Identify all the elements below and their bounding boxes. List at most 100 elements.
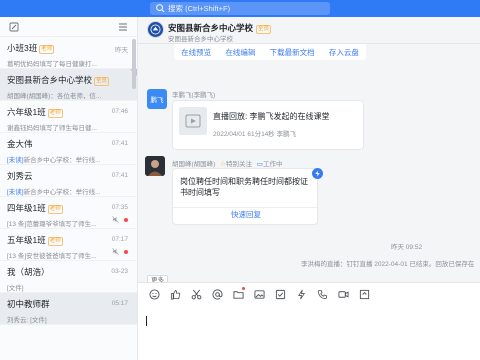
chat-subtitle: 安图县新合乡中心学校 (168, 36, 233, 43)
conversation-preview: [文件] (7, 285, 24, 292)
unread-marker: [未读] (7, 189, 24, 196)
conversation-item[interactable]: 六年级1班 老师 07:46 谢鑫钰妈妈填写了师生每日健... (0, 101, 137, 133)
conversation-item[interactable]: 小班3班 老师 昨天 葛明优妈妈填写了每日健康打... (0, 37, 137, 69)
message-text: 岗位聘任时间和职务聘任时间都按证书时间填写 (180, 177, 308, 197)
sender-avatar[interactable]: 鹏飞 (147, 89, 167, 109)
scissors-icon[interactable] (190, 288, 202, 300)
sender-name[interactable]: 李鹏飞(李鹏飞) (172, 89, 215, 99)
search-icon (156, 4, 165, 13)
role-tag: 全员 (94, 77, 110, 86)
conversation-preview: [未读]新合乡中心学校：举行线... (7, 154, 125, 164)
conversation-title: 五年级1班 (7, 235, 46, 245)
video-play-icon (185, 114, 201, 128)
sidebar-scrollbar[interactable] (132, 39, 136, 89)
conversation-name: 安图县新合乡中心学校 全员 (7, 74, 129, 86)
conversation-item[interactable]: 五年级1班 老师 07:17 [13 条]安世彼爸爸填写了师生... (0, 229, 137, 261)
conversation-item[interactable]: 金大伟 07:41 [未读]新合乡中心学校：举行线... (0, 133, 137, 165)
conversation-title: 小班3班 (7, 43, 38, 53)
file-actions-card: 在线预览 在线编辑 下载最新文档 存入云盘 (174, 44, 366, 60)
check-square-icon[interactable] (274, 288, 286, 300)
phone-icon[interactable] (316, 288, 328, 300)
search-placeholder: 搜索 (Ctrl+Shift+F) (168, 4, 231, 13)
sidebar-toolbar (0, 17, 137, 37)
thumbs-up-icon[interactable] (169, 288, 181, 300)
conversation-item[interactable]: 我（胡浩） 03-23 [文件] (0, 261, 137, 293)
menu-icon[interactable] (117, 21, 129, 33)
chat-title-text: 安图县新合乡中心学校 (168, 23, 254, 33)
conversation-preview: [未读]新合乡中心学校：举行线... (7, 186, 125, 196)
mute-icon (112, 248, 119, 255)
conversation-title: 四年级1班 (7, 203, 46, 213)
mute-icon (112, 216, 119, 223)
conversation-sidebar: 小班3班 老师 昨天 葛明优妈妈填写了每日健康打... 安图县新合乡中心学校 全员 … (0, 17, 138, 360)
download-latest-link[interactable]: 下载最新文档 (270, 47, 315, 58)
conversation-time: 07:41 (111, 140, 128, 147)
at-icon[interactable] (211, 288, 223, 300)
conversation-time: 05:17 (111, 300, 128, 307)
conversation-time: 昨天 (115, 47, 128, 54)
live-replay-card[interactable]: 直播回放: 李鹏飞发起的在线课堂 2022/04/01 61分14秒 李鹏飞 (172, 100, 364, 150)
live-thumbnail (179, 107, 207, 135)
top-bar: 搜索 (Ctrl+Shift+F) (0, 0, 480, 17)
emoji-icon[interactable] (148, 288, 160, 300)
message-composer[interactable] (138, 282, 480, 360)
time-separator: 昨天 09:52 (391, 244, 423, 251)
message-card: 岗位聘任时间和职务聘任时间都按证书时间填写 快速回复 (172, 168, 319, 225)
image-icon[interactable] (253, 288, 265, 300)
school-emblem-icon (150, 24, 161, 35)
conversation-item[interactable]: 刘秀云 07:41 [未读]新合乡中心学校：举行线... (0, 165, 137, 197)
system-notice: 李洪梅的直播：钉钉直播 2022-04-01 已结束。回放已保存在 (301, 261, 475, 268)
conversation-time: 07:17 (111, 236, 128, 243)
role-tag: 老师 (47, 205, 63, 214)
role-tag: 老师 (47, 109, 63, 118)
conversation-name: 五年级1班 老师 (7, 234, 129, 246)
new-dot (242, 287, 245, 290)
preview-online-link[interactable]: 在线预览 (181, 47, 211, 58)
chat-header: 安图县新合乡中心学校 全员 安图县新合乡中心学校 (138, 17, 480, 44)
role-tag: 老师 (39, 45, 55, 54)
conversation-item[interactable]: 初中教师群 05:17 刘秀云: [文件] (0, 293, 137, 325)
lightning-icon[interactable] (295, 288, 307, 300)
global-search-input[interactable]: 搜索 (Ctrl+Shift+F) (150, 2, 330, 15)
unread-dot (124, 218, 128, 222)
unread-dot (124, 250, 128, 254)
conversation-name: 四年级1班 老师 (7, 202, 129, 214)
conversation-name: 小班3班 老师 (7, 42, 129, 54)
conversation-name: 六年级1班 老师 (7, 106, 129, 118)
conversation-preview: [13 条]安世彼爸爸填写了师生... (7, 253, 97, 260)
conversation-title: 六年级1班 (7, 107, 46, 117)
conversation-time: 03-23 (111, 268, 128, 275)
quick-reply-button[interactable]: 快速回复 (173, 209, 319, 220)
save-to-cloud-link[interactable]: 存入云盘 (329, 47, 359, 58)
conversation-item[interactable]: 四年级1班 老师 07:35 [13 条]范蕾璐爷爷填写了师生... (0, 197, 137, 229)
person-photo-icon (145, 156, 165, 176)
conversation-item-active[interactable]: 安图县新合乡中心学校 全员 胡国峰(胡国峰)：各位老师，信... (0, 69, 137, 101)
conversation-preview: 谢鑫钰妈妈填写了师生每日健... (7, 125, 97, 132)
sender-avatar-photo[interactable] (145, 156, 165, 176)
group-avatar[interactable] (147, 21, 164, 38)
sender-name[interactable]: 胡国峰(胡国峰) (172, 161, 215, 168)
group-tag: 全员 (256, 25, 272, 34)
conversation-time: 07:46 (111, 108, 128, 115)
conversation-preview: 葛明优妈妈填写了每日健康打... (7, 61, 97, 68)
conversation-preview: [13 条]范蕾璐爷爷填写了师生... (7, 221, 97, 228)
compose-icon[interactable] (8, 21, 20, 33)
edit-online-link[interactable]: 在线编辑 (225, 47, 255, 58)
folder-icon[interactable] (232, 287, 245, 300)
preview-text: 新合乡中心学校：举行线... (23, 157, 101, 164)
expand-icon[interactable] (358, 288, 370, 300)
work-status-label: 工作中 (262, 161, 283, 168)
conversation-time: 07:41 (111, 172, 128, 179)
conversation-preview: 胡国峰(胡国峰)：各位老师，信... (7, 93, 102, 100)
unread-marker: [未读] (7, 157, 24, 164)
conversation-title: 刘秀云 (7, 171, 33, 181)
video-icon[interactable] (337, 288, 349, 300)
chat-panel: 安图县新合乡中心学校 全员 安图县新合乡中心学校 在线预览 在线编辑 下载最新文档… (138, 17, 480, 360)
live-title: 直播回放: 李鹏飞发起的在线课堂 (213, 112, 330, 121)
conversation-title: 金大伟 (7, 139, 33, 149)
text-cursor (146, 316, 147, 326)
card-divider (173, 207, 319, 208)
composer-toolbar (148, 287, 370, 300)
preview-text: 新合乡中心学校：举行线... (23, 189, 101, 196)
sender-line: 胡国峰(胡国峰) ☆特别关注 ▭工作中 (172, 158, 282, 168)
